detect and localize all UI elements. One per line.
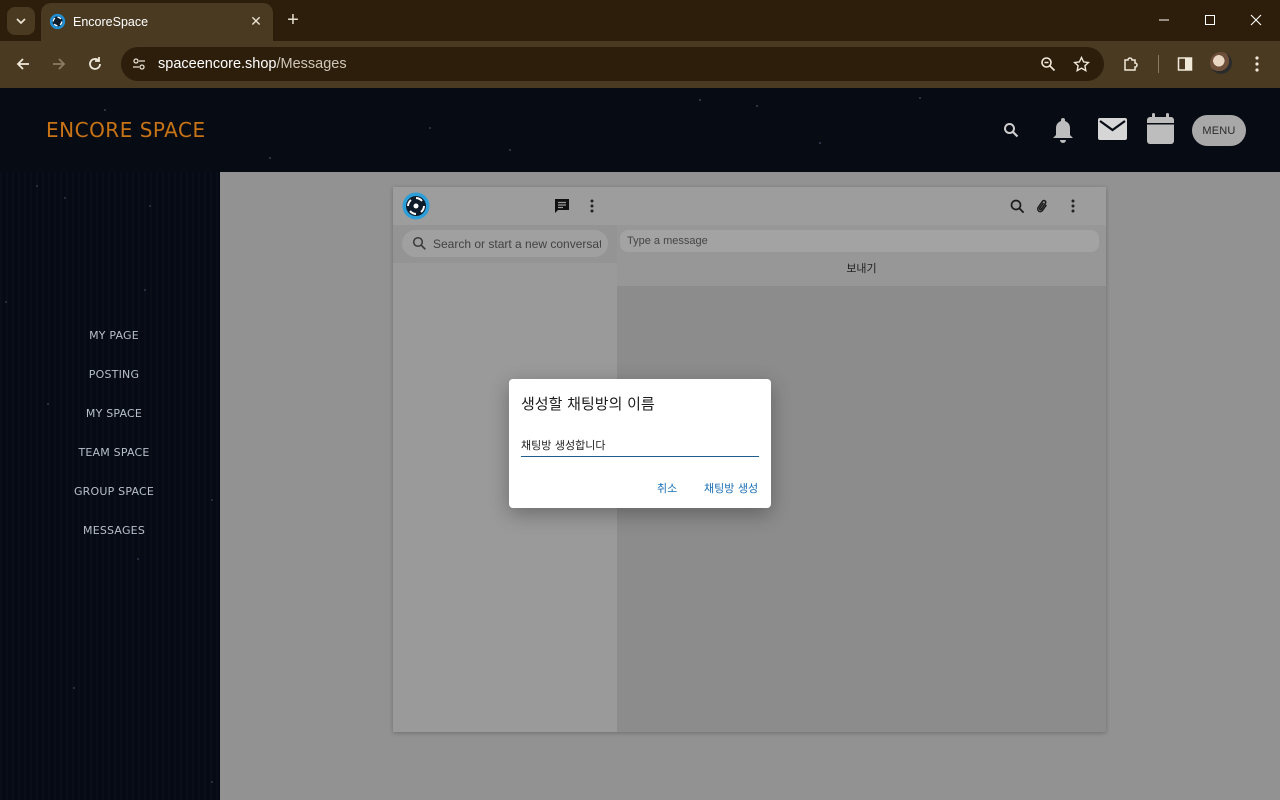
sidebar-item-posting[interactable]: POSTING — [0, 368, 220, 381]
calendar-button[interactable] — [1146, 112, 1174, 144]
more-vert-icon — [590, 199, 594, 213]
send-button[interactable]: 보내기 — [617, 260, 1106, 276]
more-vert-icon — [1255, 56, 1259, 72]
dialog-title: 생성할 채팅방의 이름 — [521, 395, 655, 413]
close-tab-icon[interactable]: ✕ — [247, 12, 265, 30]
conversation-search-input[interactable] — [433, 234, 601, 253]
tab-title: EncoreSpace — [73, 15, 149, 29]
message-input[interactable] — [620, 230, 1099, 252]
conversation-menu-button[interactable] — [582, 196, 602, 216]
site-logo[interactable]: ENCORE SPACE — [46, 118, 206, 142]
profile-avatar[interactable] — [1210, 52, 1232, 74]
more-vert-icon — [1071, 199, 1075, 213]
notifications-button[interactable] — [1050, 115, 1076, 145]
side-panel-icon — [1177, 57, 1193, 71]
zoom-out-icon — [1041, 57, 1056, 72]
reload-button[interactable] — [82, 51, 108, 77]
chatroom-name-input[interactable] — [521, 433, 759, 457]
bookmark-button[interactable] — [1070, 53, 1092, 75]
search-icon — [412, 236, 426, 250]
minimize-button[interactable] — [1141, 0, 1187, 40]
arrow-right-icon — [53, 58, 66, 70]
message-compose-area: 보내기 — [617, 225, 1106, 286]
url-host: spaceencore.shop — [158, 56, 277, 72]
encore-favicon-icon — [49, 13, 66, 30]
sidebar-item-group-space[interactable]: GROUP SPACE — [0, 485, 220, 498]
header-search-button[interactable] — [1000, 119, 1022, 141]
chat-menu-button[interactable] — [1063, 196, 1083, 216]
sidebar-item-my-page[interactable]: MY PAGE — [0, 329, 220, 342]
paperclip-icon — [1036, 199, 1047, 213]
browser-tab-bar: EncoreSpace ✕ + — [0, 0, 1280, 41]
zoom-button[interactable] — [1037, 53, 1059, 75]
reload-icon — [89, 57, 101, 70]
create-chatroom-button[interactable]: 채팅방 생성 — [704, 480, 758, 496]
url-text: spaceencore.shop/Messages — [158, 56, 347, 72]
bell-icon — [1053, 118, 1073, 143]
sidebar-item-messages[interactable]: MESSAGES — [0, 524, 220, 537]
side-panel-button[interactable] — [1173, 52, 1197, 76]
chrome-menu-button[interactable] — [1245, 52, 1269, 76]
chat-window-header — [617, 187, 1106, 225]
toolbar-divider — [1158, 55, 1159, 73]
search-icon — [1004, 123, 1019, 138]
chevron-down-icon — [16, 18, 26, 25]
tune-icon — [133, 58, 145, 70]
maximize-button[interactable] — [1187, 0, 1233, 40]
sidebar: MY PAGE POSTING MY SPACE TEAM SPACE GROU… — [0, 172, 220, 800]
maximize-icon — [1205, 15, 1215, 25]
star-icon — [1072, 55, 1090, 72]
site-header: ENCORE SPACE MENU — [0, 88, 1280, 172]
new-chat-button[interactable] — [552, 196, 572, 216]
calendar-icon — [1146, 112, 1174, 144]
chat-icon — [555, 199, 569, 213]
user-avatar-icon[interactable] — [402, 192, 430, 220]
puzzle-icon — [1124, 57, 1138, 71]
sidebar-item-team-space[interactable]: TEAM SPACE — [0, 446, 220, 459]
chat-search-button[interactable] — [1007, 196, 1027, 216]
close-window-button[interactable] — [1233, 0, 1279, 40]
close-icon — [1250, 14, 1262, 26]
cancel-button[interactable]: 취소 — [657, 480, 677, 496]
messages-header-button[interactable] — [1097, 117, 1127, 141]
back-button[interactable] — [10, 51, 36, 77]
forward-button[interactable] — [46, 51, 72, 77]
browser-tab-active[interactable]: EncoreSpace ✕ — [41, 3, 273, 41]
mail-icon — [1097, 118, 1127, 140]
url-path: /Messages — [276, 56, 347, 72]
search-icon — [1010, 199, 1024, 213]
create-chatroom-dialog: 생성할 채팅방의 이름 취소 채팅방 생성 — [509, 379, 771, 508]
address-bar[interactable]: spaceencore.shop/Messages — [121, 47, 1104, 81]
sidebar-item-my-space[interactable]: MY SPACE — [0, 407, 220, 420]
conversation-list-header — [393, 187, 617, 225]
new-tab-button[interactable]: + — [282, 9, 304, 31]
browser-toolbar: spaceencore.shop/Messages — [0, 41, 1280, 88]
minimize-icon — [1159, 19, 1169, 21]
extensions-button[interactable] — [1119, 52, 1143, 76]
arrow-left-icon — [16, 58, 29, 70]
menu-button[interactable]: MENU — [1192, 115, 1246, 146]
conversation-search-bar — [393, 225, 617, 263]
tab-search-button[interactable] — [7, 7, 35, 35]
attach-button[interactable] — [1033, 196, 1053, 216]
site-info-button[interactable] — [127, 52, 151, 76]
conversation-search-box — [402, 230, 608, 257]
